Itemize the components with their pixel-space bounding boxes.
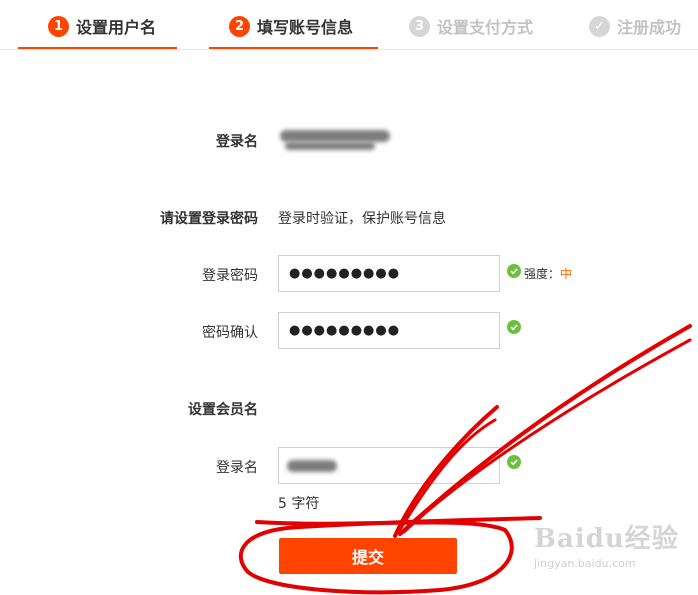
baidu-jingyan-watermark: Baidu经验 jingyan.baidu.com: [534, 518, 679, 570]
step-2-label: 填写账号信息: [257, 18, 354, 37]
redacted-login-name: [280, 130, 390, 142]
watermark-brand: Baidu经验: [534, 524, 679, 554]
confirm-valid-check-icon: [507, 320, 521, 334]
password-value: ●●●●●●●●●: [289, 266, 401, 281]
submit-button[interactable]: 提交: [279, 538, 457, 574]
password-section-desc: 登录时验证，保护账号信息: [278, 211, 446, 227]
confirm-value: ●●●●●●●●●: [289, 323, 401, 338]
password-valid-check-icon: [507, 264, 521, 278]
annotation-arrow-line-1: [398, 324, 692, 536]
strength-prefix: 强度：: [524, 267, 561, 281]
password-input[interactable]: ●●●●●●●●●: [278, 255, 500, 292]
member-name-input[interactable]: [278, 447, 500, 484]
step-progress: 1 设置用户名 2 填写账号信息 3 设置支付方式 ✓ 注册成功: [0, 0, 698, 50]
step-3-label: 设置支付方式: [437, 18, 534, 37]
step-1-label: 设置用户名: [76, 18, 157, 37]
step-2-number: 2: [229, 15, 250, 37]
member-name-valid-check-icon: [507, 455, 521, 469]
strength-level: 中: [560, 267, 573, 281]
step-4-label: 注册成功: [617, 18, 682, 37]
step-3-number: 3: [409, 15, 430, 37]
member-name-label: 登录名: [216, 460, 258, 476]
step-2: 2 填写账号信息: [229, 13, 353, 39]
char-count: 5 字符: [278, 496, 320, 512]
step-1-number: 1: [48, 15, 69, 37]
step-divider: [0, 49, 698, 50]
member-section-label: 设置会员名: [188, 402, 258, 418]
confirm-password-input[interactable]: ●●●●●●●●●: [278, 312, 500, 349]
step-4-check-icon: ✓: [589, 15, 610, 37]
annotation-arrow-line-2: [402, 338, 692, 534]
login-name-label: 登录名: [216, 134, 258, 150]
redacted-login-name-2: [285, 142, 375, 150]
password-section-label: 请设置登录密码: [160, 211, 258, 227]
watermark-url: jingyan.baidu.com: [534, 557, 636, 570]
password-label: 登录密码: [202, 268, 258, 284]
confirm-label: 密码确认: [202, 325, 258, 341]
redacted-member-name: [287, 460, 337, 472]
step-1: 1 设置用户名: [48, 13, 156, 39]
red-annotation-overlay: [238, 324, 692, 595]
step-3: 3 设置支付方式: [409, 13, 533, 39]
password-strength: 强度：中: [524, 265, 572, 282]
step-4: ✓ 注册成功: [589, 13, 681, 39]
